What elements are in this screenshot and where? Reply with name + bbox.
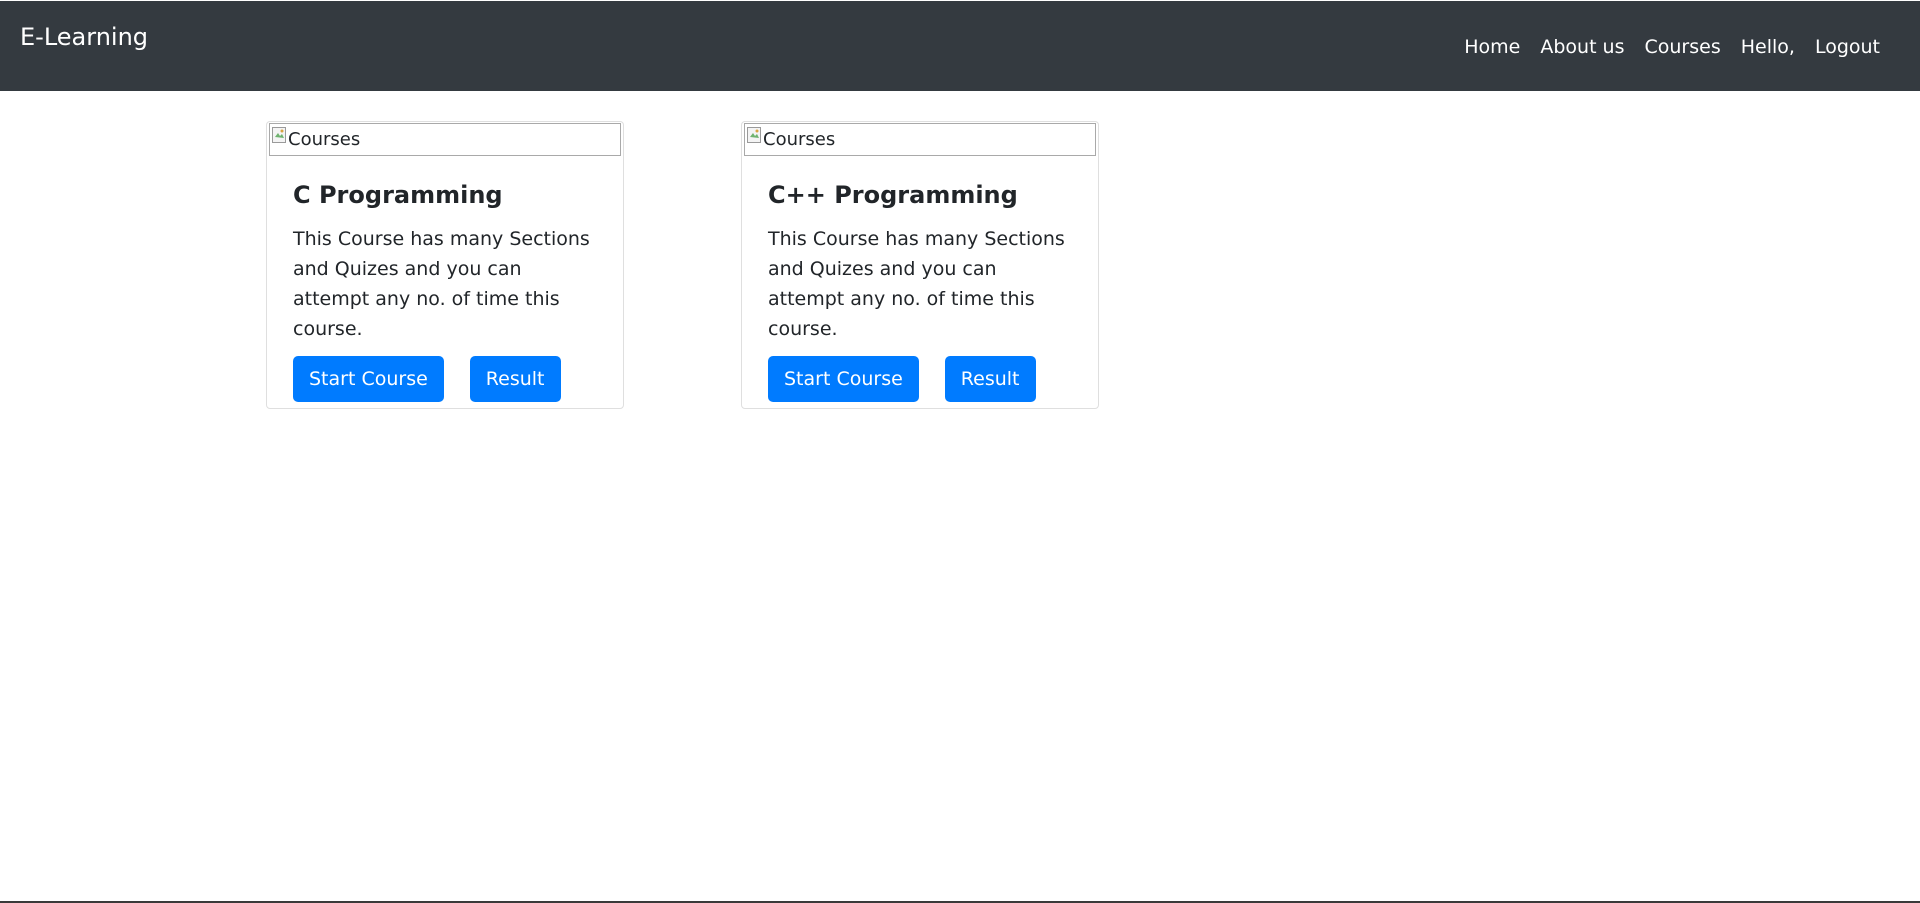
nav-logout-link[interactable]: Logout [1805, 33, 1890, 61]
course-image: Courses [744, 123, 1096, 156]
start-course-button[interactable]: Start Course [293, 356, 444, 402]
nav-greeting-link[interactable]: Hello, [1731, 33, 1805, 61]
course-description: This Course has many Sections and Quizes… [768, 228, 1065, 340]
top-navbar: E-Learning Home About us Courses Hello, … [0, 1, 1920, 91]
course-actions: Start Course Result [768, 356, 1078, 402]
course-title: C++ Programming [768, 181, 1018, 209]
brand-link[interactable]: E-Learning [20, 21, 148, 53]
broken-image-icon [747, 126, 761, 143]
course-image: Courses [269, 123, 621, 156]
course-description: This Course has many Sections and Quizes… [293, 228, 590, 340]
nav-courses-link[interactable]: Courses [1635, 33, 1731, 61]
course-title: C Programming [293, 181, 503, 209]
course-actions: Start Course Result [293, 356, 603, 402]
course-card: Courses C++ Programming This Course has … [741, 121, 1099, 409]
course-image-alt: Courses [288, 129, 361, 150]
nav-about-link[interactable]: About us [1530, 33, 1634, 61]
course-card: Courses C Programming This Course has ma… [266, 121, 624, 409]
result-button[interactable]: Result [469, 356, 561, 402]
start-course-button[interactable]: Start Course [768, 356, 919, 402]
course-card-body: C Programming This Course has many Secti… [293, 180, 603, 402]
result-button[interactable]: Result [944, 356, 1036, 402]
nav-links: Home About us Courses Hello, Logout [1454, 33, 1890, 61]
course-image-alt: Courses [763, 129, 836, 150]
course-card-body: C++ Programming This Course has many Sec… [768, 180, 1078, 402]
nav-home-link[interactable]: Home [1454, 33, 1530, 61]
broken-image-icon [272, 126, 286, 143]
